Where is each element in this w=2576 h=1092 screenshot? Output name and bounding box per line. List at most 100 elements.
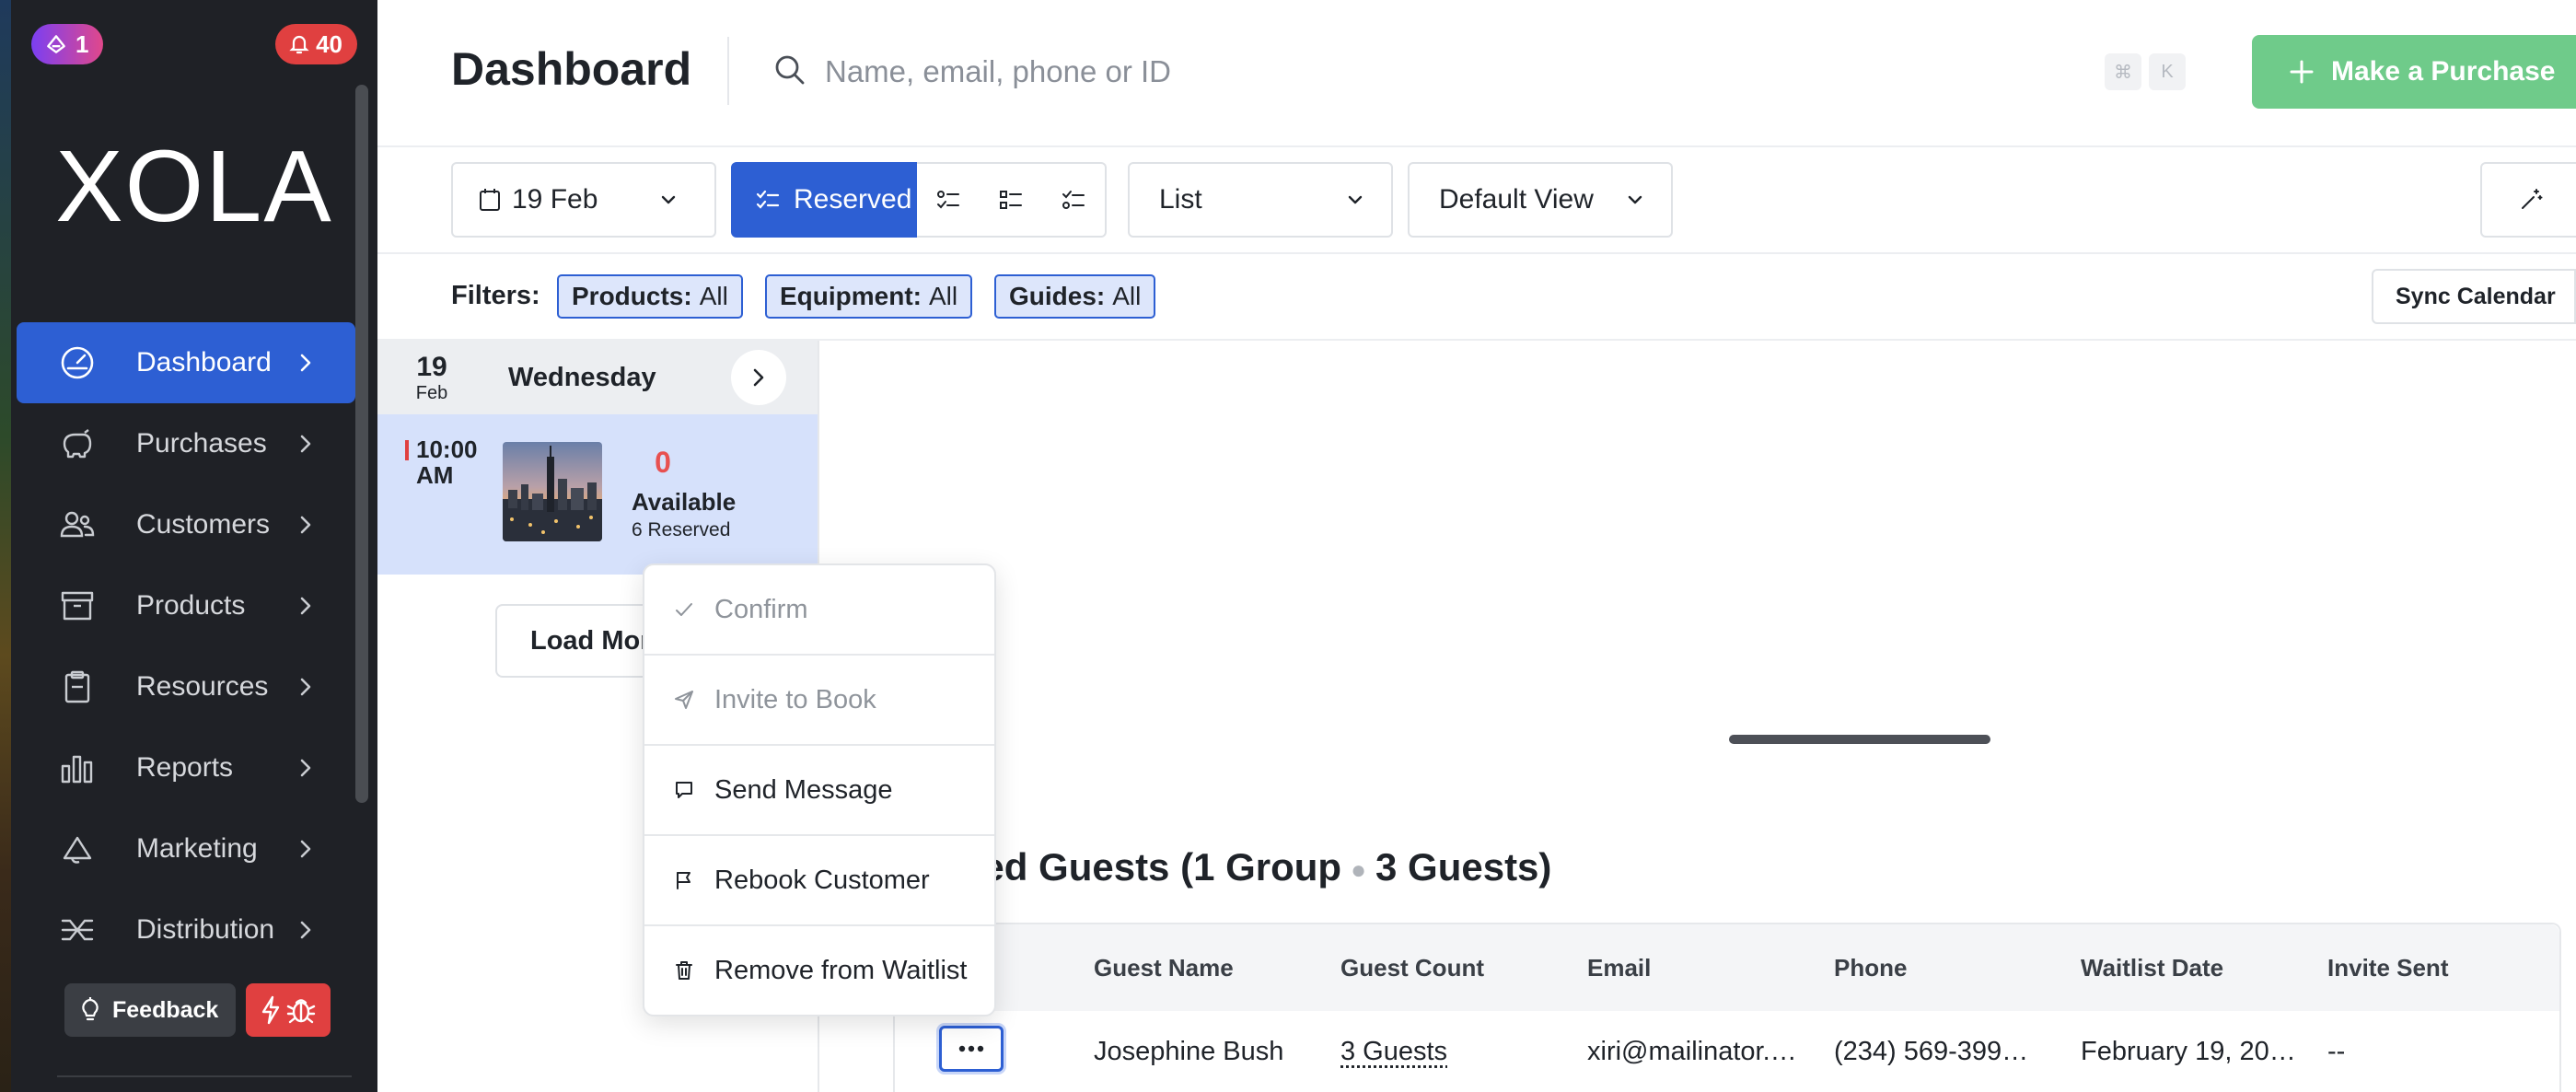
menu-item-label: Invite to Book <box>714 685 876 715</box>
chip-key: Guides: <box>1009 282 1105 311</box>
guest-name-cell: Josephine Bush <box>1094 1037 1283 1067</box>
menu-item-label: Send Message <box>714 775 892 806</box>
column-header[interactable]: Email <box>1587 954 1651 982</box>
xola-logo: XOLA <box>11 136 377 238</box>
layout-select[interactable]: List <box>1128 162 1393 238</box>
reserved-filter-button[interactable]: Reserved <box>731 162 919 238</box>
row-actions-button[interactable] <box>939 1026 1004 1072</box>
waitlist-filter-button[interactable] <box>980 162 1044 238</box>
more-horizontal-icon <box>957 1044 985 1053</box>
magic-wand-icon <box>2518 187 2544 213</box>
slot-time-ampm: AM <box>416 462 478 488</box>
day-name: Wednesday <box>508 363 656 393</box>
time-slot[interactable]: 10:00 AM 0 Available 6 Reserved <box>377 414 818 575</box>
sidebar-item-products[interactable]: Products <box>17 565 355 646</box>
menu-item-rebook-customer[interactable]: Rebook Customer <box>644 836 994 924</box>
sidebar-item-marketing[interactable]: Marketing <box>17 808 355 889</box>
sidebar-item-purchases[interactable]: Purchases <box>17 403 355 484</box>
slot-time: 10:00 AM <box>416 436 478 488</box>
horizontal-scrollbar[interactable] <box>1729 735 1990 744</box>
chevron-right-icon <box>293 431 319 457</box>
waitlist-title-groups: sted Guests (1 Group <box>948 845 1341 889</box>
chip-key: Equipment: <box>780 282 922 311</box>
list-mixed-icon <box>1061 187 1086 213</box>
chevron-right-icon <box>293 593 319 619</box>
menu-item-label: Rebook Customer <box>714 865 930 896</box>
chevron-down-icon <box>658 190 679 210</box>
day-header: 19 Feb Wednesday <box>377 341 818 414</box>
reserved-label: Reserved <box>794 184 911 215</box>
sidebar-scrollbar[interactable] <box>355 85 368 803</box>
report-bug-button[interactable] <box>246 983 331 1037</box>
bell-icon <box>288 33 310 55</box>
waitlisted-guests-title: sted Guests (1 Group ● 3 Guests) <box>948 845 1551 889</box>
distribution-icon <box>59 912 96 948</box>
ai-badge-count: 1 <box>75 30 88 59</box>
magic-wand-button[interactable] <box>2480 162 2576 238</box>
shortcut-key-cmd: ⌘ <box>2105 53 2141 90</box>
make-purchase-button[interactable]: Make a Purchase <box>2252 35 2576 109</box>
filter-chip-products[interactable]: Products: All <box>557 274 743 319</box>
notifications-count: 40 <box>316 30 342 59</box>
menu-item-remove-from-waitlist[interactable]: Remove from Waitlist <box>644 926 994 1015</box>
title-separator-dot: ● <box>1351 855 1366 884</box>
canceled-filter-button[interactable] <box>1042 162 1107 238</box>
trash-icon <box>674 960 694 981</box>
sidebar-item-reports[interactable]: Reports <box>17 727 355 808</box>
feedback-button[interactable]: Feedback <box>64 983 236 1037</box>
make-purchase-label: Make a Purchase <box>2331 56 2555 87</box>
sidebar-divider <box>57 1075 352 1077</box>
filter-chip-guides[interactable]: Guides: All <box>994 274 1155 319</box>
column-header[interactable]: Guest Count <box>1340 954 1484 982</box>
lightbulb-icon <box>77 997 103 1023</box>
menu-item-invite-to-book[interactable]: Invite to Book <box>644 656 994 744</box>
sidebar-item-resources[interactable]: Resources <box>17 646 355 727</box>
sidebar-item-label: Customers <box>136 509 270 540</box>
filters-label: Filters: <box>451 281 540 311</box>
phone-cell: (234) 569-399… <box>1834 1037 2028 1067</box>
sidebar: 1 40 XOLA Dashboard Purchases Customers … <box>11 0 377 1092</box>
search-input[interactable] <box>825 46 2022 98</box>
experience-thumbnail <box>503 442 602 541</box>
chevron-down-icon <box>1345 190 1365 210</box>
header-divider <box>377 145 2576 147</box>
day-number: 19 <box>407 354 457 381</box>
menu-item-send-message[interactable]: Send Message <box>644 746 994 834</box>
sidebar-item-distribution[interactable]: Distribution <box>17 889 355 970</box>
waitlist-table: Guest Name Guest Count Email Phone Waitl… <box>893 923 2561 1092</box>
sidebar-top: 1 40 <box>31 24 357 66</box>
sidebar-item-dashboard[interactable]: Dashboard <box>17 322 355 403</box>
menu-item-label: Remove from Waitlist <box>714 956 967 986</box>
flag-icon <box>674 870 694 890</box>
megaphone-icon <box>59 831 96 867</box>
available-filter-button[interactable] <box>917 162 981 238</box>
sidebar-item-label: Resources <box>136 671 268 703</box>
row-actions-menu: Confirm Invite to Book Send Message Rebo… <box>643 563 996 1016</box>
guest-count-cell[interactable]: 3 Guests <box>1340 1037 1447 1067</box>
view-select[interactable]: Default View <box>1408 162 1673 238</box>
sidebar-item-label: Reports <box>136 752 233 784</box>
column-header[interactable]: Phone <box>1834 954 1907 982</box>
column-header[interactable]: Guest Name <box>1094 954 1234 982</box>
sidebar-item-label: Purchases <box>136 428 267 459</box>
view-label: Default View <box>1439 184 1594 215</box>
next-day-button[interactable] <box>731 350 786 405</box>
ai-badge[interactable]: 1 <box>31 24 103 64</box>
chevron-right-icon <box>293 917 319 943</box>
filter-chip-equipment[interactable]: Equipment: All <box>765 274 972 319</box>
notifications-badge[interactable]: 40 <box>275 24 357 64</box>
header-separator <box>727 37 729 105</box>
message-icon <box>674 780 694 800</box>
layout-label: List <box>1159 184 1202 215</box>
sync-calendar-button[interactable]: Sync Calendar <box>2372 269 2576 324</box>
menu-item-confirm[interactable]: Confirm <box>644 565 994 654</box>
waitlist-title-guests: 3 Guests) <box>1375 845 1551 889</box>
sidebar-nav: Dashboard Purchases Customers Products R… <box>17 322 355 970</box>
date-picker[interactable]: 19 Feb <box>451 162 716 238</box>
chevron-right-icon <box>293 755 319 781</box>
reserved-count: 6 Reserved <box>632 519 730 541</box>
column-header[interactable]: Waitlist Date <box>2081 954 2223 982</box>
column-header[interactable]: Invite Sent <box>2327 954 2448 982</box>
menu-item-label: Confirm <box>714 595 808 625</box>
sidebar-item-customers[interactable]: Customers <box>17 484 355 565</box>
